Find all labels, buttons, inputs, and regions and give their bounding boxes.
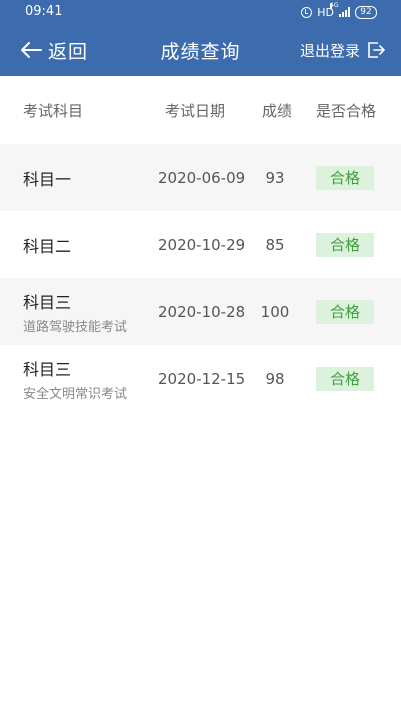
score-cell: 85 [252,211,298,278]
exam-date: 2020-10-28 [158,302,246,321]
score-table: 考试科目 考试日期 成绩 是否合格 科目一 2020-06-09 93 合格 科… [0,76,401,412]
exam-score: 93 [265,168,285,187]
exam-date: 2020-12-15 [158,369,246,388]
score-cell: 98 [252,345,298,412]
exam-score: 98 [265,369,285,388]
exam-score: 85 [265,235,285,254]
subject-name: 科目三 [23,359,72,379]
header-date: 考试日期 [165,101,226,120]
subject-subtitle: 安全文明常识考试 [23,386,128,402]
alarm-icon [301,6,313,18]
subject-name: 科目一 [23,169,72,189]
date-cell: 2020-10-28 [158,278,250,345]
pass-cell: 合格 [310,211,380,278]
table-row: 科目三 安全文明常识考试 2020-12-15 98 合格 [0,345,401,412]
table-header: 考试科目 考试日期 成绩 是否合格 [0,76,401,144]
subject-cell: 科目二 [23,211,163,278]
header-score: 成绩 [261,101,292,120]
pass-cell: 合格 [310,345,380,412]
status-time: 09:41 [25,4,63,19]
subject-subtitle: 道路驾驶技能考试 [23,319,128,335]
table-row: 科目二 2020-10-29 85 合格 [0,211,401,278]
score-cell: 93 [252,144,298,211]
pass-cell: 合格 [310,144,380,211]
logout-icon [368,42,385,58]
exam-date: 2020-06-09 [158,168,246,187]
pass-badge: 合格 [316,366,374,391]
pass-cell: 合格 [310,278,380,345]
subject-cell: 科目一 [23,144,163,211]
status-bar: 09:41 HD 4G 92 [0,0,401,24]
subject-cell: 科目三 道路驾驶技能考试 [23,278,163,345]
subject-name: 科目三 [23,292,72,312]
pass-badge: 合格 [316,299,374,324]
signal-icon: 4G [330,3,350,17]
exam-score: 100 [260,302,290,321]
exam-date: 2020-10-29 [158,235,246,254]
logout-button[interactable]: 退出登录 [300,38,385,62]
pass-badge: 合格 [316,165,374,190]
subject-name: 科目二 [23,236,72,256]
table-row: 科目一 2020-06-09 93 合格 [0,144,401,211]
subject-cell: 科目三 安全文明常识考试 [23,345,163,412]
score-cell: 100 [252,278,298,345]
logout-label: 退出登录 [299,41,360,60]
app-header: 09:41 HD 4G 92 返回 成绩查询 退出登录 [0,0,401,76]
network-type: 4G [330,2,339,9]
pass-badge: 合格 [316,232,374,257]
battery-icon: 92 [355,5,377,19]
date-cell: 2020-10-29 [158,211,250,278]
header-pass: 是否合格 [315,101,376,120]
date-cell: 2020-06-09 [158,144,250,211]
header-subject: 考试科目 [23,101,84,120]
date-cell: 2020-12-15 [158,345,250,412]
nav-bar: 返回 成绩查询 退出登录 [0,24,401,76]
table-row: 科目三 道路驾驶技能考试 2020-10-28 100 合格 [0,278,401,345]
status-icons: HD 4G 92 [301,3,377,20]
